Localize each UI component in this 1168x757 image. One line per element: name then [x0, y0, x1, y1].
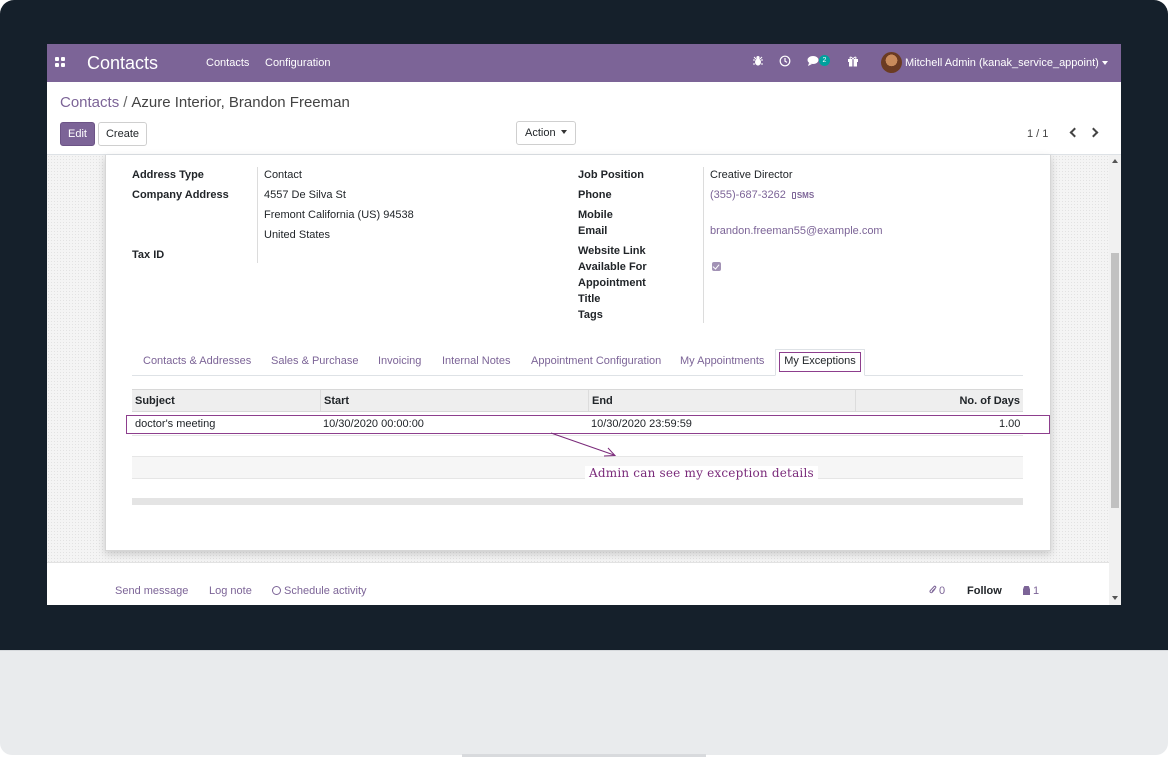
annotation-arrow-icon	[550, 432, 617, 457]
column-no-of-days[interactable]: No. of Days	[959, 395, 1020, 407]
user-menu[interactable]: Mitchell Admin (kanak_service_appoint)	[905, 57, 1099, 69]
country-value: United States	[264, 229, 331, 241]
mobile-icon	[791, 192, 796, 199]
column-separator	[320, 390, 321, 411]
caret-down-icon	[560, 130, 567, 134]
phone-link[interactable]: (355)-687-3262	[710, 189, 786, 201]
tab-internal-notes[interactable]: Internal Notes	[442, 355, 510, 367]
tab-contacts-addresses[interactable]: Contacts & Addresses	[143, 355, 251, 367]
send-message-button[interactable]: Send message	[115, 585, 188, 597]
action-dropdown[interactable]: Action	[516, 121, 576, 145]
annotation-text: Admin can see my exception details	[585, 466, 818, 480]
monitor-base	[0, 650, 1168, 755]
address-type-label: Address Type	[132, 169, 204, 181]
schedule-activity-button[interactable]: Schedule activity	[272, 585, 367, 597]
phone-field: (355)-687-3262 SMS	[710, 189, 814, 201]
attachments-button[interactable]: 0	[929, 585, 945, 597]
pager-next-button[interactable]	[1088, 126, 1103, 140]
right-column-divider	[703, 167, 704, 323]
clock-icon[interactable]	[779, 55, 791, 70]
sms-button[interactable]: SMS	[791, 191, 815, 200]
follow-button[interactable]: Follow	[967, 585, 1002, 597]
chatter-bar: Send message Log note Schedule activity …	[47, 562, 1109, 605]
tab-invoicing[interactable]: Invoicing	[378, 355, 421, 367]
followers-button[interactable]: 1	[1023, 585, 1039, 597]
column-start[interactable]: Start	[324, 395, 349, 407]
job-position-value: Creative Director	[710, 169, 793, 181]
tab-appointment-configuration[interactable]: Appointment Configuration	[531, 355, 661, 367]
pager-previous-button[interactable]	[1066, 126, 1080, 140]
scroll-up-arrow-icon[interactable]	[1112, 159, 1118, 163]
street-value: 4557 De Silva St	[264, 189, 346, 201]
tab-my-appointments[interactable]: My Appointments	[680, 355, 764, 367]
column-separator	[855, 390, 856, 411]
pager-value[interactable]: 1 / 1	[1027, 128, 1048, 140]
app-title[interactable]: Contacts	[87, 53, 158, 74]
scroll-thumb[interactable]	[1111, 253, 1119, 508]
user-icon	[1023, 586, 1030, 595]
user-menu-caret-icon[interactable]	[1102, 61, 1108, 65]
breadcrumb-separator: /	[123, 94, 128, 111]
gift-icon[interactable]	[847, 55, 859, 70]
form-sheet: Address Type Contact Company Address 455…	[105, 155, 1051, 551]
column-subject[interactable]: Subject	[135, 395, 175, 407]
user-avatar[interactable]	[881, 52, 902, 73]
chat-count-badge: 2	[819, 55, 830, 66]
vertical-scrollbar[interactable]	[1109, 155, 1121, 605]
log-note-button[interactable]: Log note	[209, 585, 252, 597]
city-line-value: Fremont California (US) 94538	[264, 209, 414, 221]
menu-contacts[interactable]: Contacts	[206, 57, 249, 69]
tags-label: Tags	[578, 309, 603, 321]
email-link[interactable]: brandon.freeman55@example.com	[710, 225, 883, 237]
column-end[interactable]: End	[592, 395, 613, 407]
tab-my-exceptions[interactable]: My Exceptions	[779, 352, 861, 372]
available-for-appointment-checkbox[interactable]	[712, 262, 721, 271]
tab-sales-purchase[interactable]: Sales & Purchase	[271, 355, 358, 367]
bug-icon[interactable]	[752, 55, 764, 70]
email-label: Email	[578, 225, 608, 237]
create-button[interactable]: Create	[98, 122, 147, 146]
breadcrumb: Contacts / Azure Interior, Brandon Freeman	[60, 94, 350, 111]
screen: Contacts Contacts Configuration 2 Mitche…	[47, 44, 1121, 605]
column-separator	[588, 390, 589, 411]
edit-button[interactable]: Edit	[60, 122, 95, 146]
attachments-count: 0	[939, 585, 946, 597]
scroll-down-arrow-icon[interactable]	[1112, 596, 1118, 600]
tabs-baseline	[132, 375, 1023, 376]
mobile-label: Mobile	[578, 209, 613, 221]
chevron-left-icon	[1069, 127, 1080, 138]
breadcrumb-current: Azure Interior, Brandon Freeman	[131, 94, 350, 111]
sms-label: SMS	[796, 191, 815, 200]
job-position-label: Job Position	[578, 169, 644, 181]
left-column-divider	[257, 167, 258, 263]
clock-icon	[272, 586, 281, 595]
website-link-label: Website Link	[578, 245, 646, 257]
tax-id-label: Tax ID	[132, 249, 165, 261]
breadcrumb-parent[interactable]: Contacts	[60, 94, 119, 111]
title-label: Title	[578, 293, 601, 305]
table-header: Subject Start End No. of Days	[132, 389, 1023, 412]
menu-configuration[interactable]: Configuration	[265, 57, 330, 69]
top-navbar: Contacts Contacts Configuration 2 Mitche…	[47, 44, 1121, 82]
appointment-label: Appointment	[578, 277, 646, 289]
company-address-label: Company Address	[132, 189, 229, 201]
paperclip-icon	[929, 585, 937, 594]
phone-label: Phone	[578, 189, 612, 201]
apps-grid-icon[interactable]	[55, 57, 66, 68]
followers-count: 1	[1033, 585, 1040, 597]
row-divider	[132, 478, 1023, 479]
table-footer	[132, 498, 1023, 505]
schedule-activity-label: Schedule activity	[284, 585, 367, 597]
available-for-label: Available For	[578, 261, 647, 273]
action-label: Action	[525, 127, 556, 139]
address-type-value: Contact	[264, 169, 302, 181]
chevron-right-icon	[1088, 127, 1099, 138]
